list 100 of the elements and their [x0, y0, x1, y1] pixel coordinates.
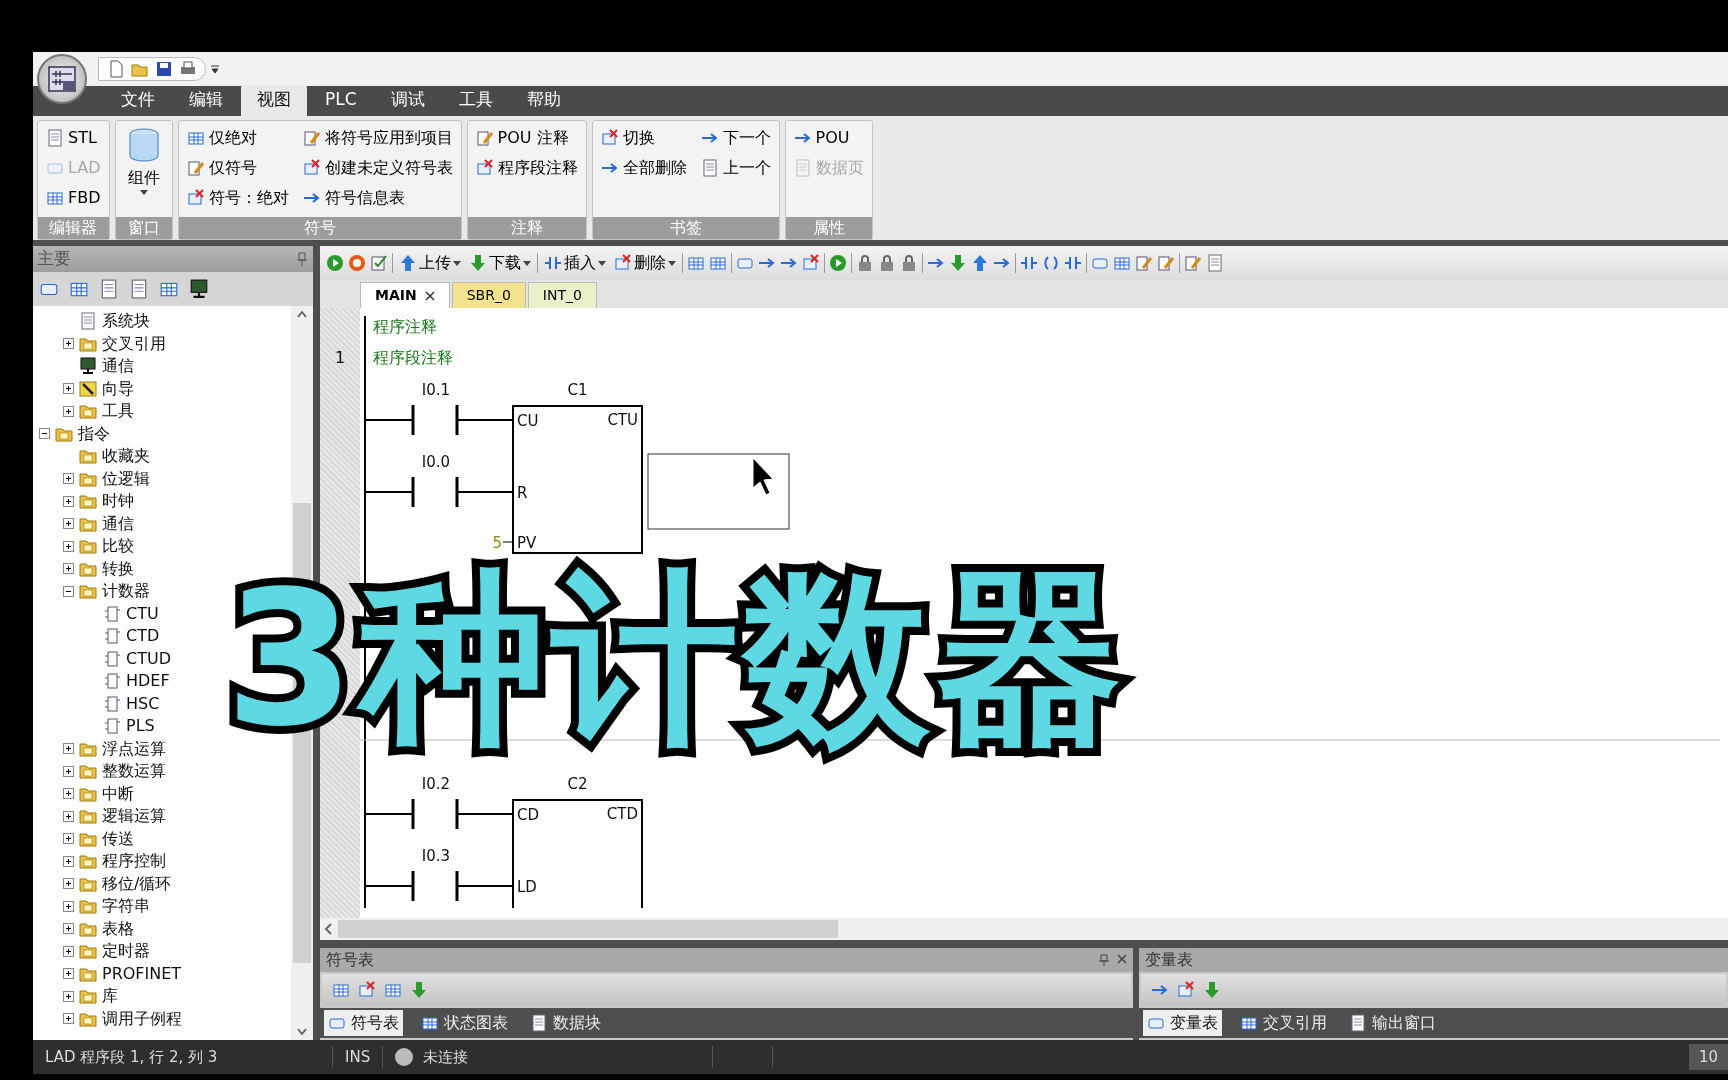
- ribbon-button[interactable]: 创建未定义符号表: [300, 154, 455, 182]
- expand-icon[interactable]: [63, 923, 74, 935]
- panel-tab[interactable]: 交叉引用: [1236, 1010, 1331, 1036]
- expand-icon[interactable]: [63, 788, 74, 800]
- panel-tab[interactable]: 数据块: [526, 1010, 605, 1036]
- toolbar-button[interactable]: 下载: [467, 251, 533, 275]
- tree-item[interactable]: CTD: [33, 625, 160, 648]
- monitor-icon[interactable]: [189, 279, 209, 299]
- tree-item[interactable]: HSC: [33, 692, 160, 715]
- collapse-icon[interactable]: [63, 585, 74, 597]
- ribbon-button[interactable]: 下一个: [698, 124, 773, 152]
- down-arrow-icon[interactable]: [949, 254, 967, 272]
- tree-item[interactable]: 库: [33, 985, 118, 1008]
- ribbon-button[interactable]: 切换: [598, 124, 689, 152]
- pencil-icon[interactable]: [1184, 254, 1202, 272]
- menu-tab[interactable]: 调试: [374, 84, 441, 116]
- toolbar-button[interactable]: 删除: [612, 251, 678, 275]
- expand-icon[interactable]: [63, 968, 74, 980]
- ribbon-button[interactable]: 将符号应用到项目: [300, 124, 455, 152]
- menu-tab[interactable]: PLC: [309, 84, 373, 116]
- tree-item[interactable]: 浮点运算: [33, 737, 166, 760]
- tree-item[interactable]: 表格: [33, 917, 134, 940]
- ribbon-button[interactable]: POU: [791, 124, 866, 152]
- tree-item[interactable]: 计数器: [33, 580, 150, 603]
- lock-icon[interactable]: [900, 254, 918, 272]
- scroll-down-icon[interactable]: [297, 1028, 307, 1036]
- contact-drawing[interactable]: [365, 475, 514, 509]
- expand-icon[interactable]: [63, 855, 74, 867]
- ribbon-button[interactable]: 仅符号: [184, 154, 291, 182]
- ribbon-button[interactable]: STL: [44, 124, 103, 152]
- panel-tab[interactable]: 输出窗口: [1345, 1010, 1440, 1036]
- scrollbar-thumb[interactable]: [338, 920, 838, 938]
- expand-icon[interactable]: [63, 1013, 74, 1025]
- table-icon[interactable]: [384, 981, 402, 999]
- down-arrow-icon[interactable]: [410, 981, 428, 999]
- edit-box[interactable]: [647, 453, 790, 530]
- lock-icon[interactable]: [856, 254, 874, 272]
- pencil-icon[interactable]: [1135, 254, 1153, 272]
- expand-icon[interactable]: [63, 383, 74, 395]
- down-arrow-icon[interactable]: [1203, 981, 1221, 999]
- close-icon[interactable]: [424, 290, 435, 301]
- scroll-up-icon[interactable]: [297, 310, 307, 318]
- tree-item[interactable]: CTU: [33, 602, 159, 625]
- ribbon-button[interactable]: 组件: [121, 124, 166, 196]
- toolbar-button[interactable]: 上传: [397, 251, 463, 275]
- expand-icon[interactable]: [63, 900, 74, 912]
- ribbon-button[interactable]: FBD: [44, 184, 103, 212]
- collapse-icon[interactable]: [39, 428, 50, 440]
- document-icon[interactable]: [129, 279, 149, 299]
- play-circle-icon[interactable]: [326, 254, 344, 272]
- tree-item[interactable]: 转换: [33, 557, 134, 580]
- table-icon[interactable]: [709, 254, 727, 272]
- tree-item[interactable]: PROFINET: [33, 962, 182, 985]
- coil-icon[interactable]: [1042, 254, 1060, 272]
- table-icon[interactable]: [687, 254, 705, 272]
- expand-icon[interactable]: [63, 518, 74, 530]
- tree-item[interactable]: 中断: [33, 782, 134, 805]
- tree-item[interactable]: 调用子例程: [33, 1007, 182, 1030]
- delete-icon[interactable]: [1177, 981, 1195, 999]
- tree-item[interactable]: 传送: [33, 827, 134, 850]
- contact-drawing[interactable]: [365, 403, 514, 437]
- contact-icon[interactable]: [1064, 254, 1082, 272]
- menu-tab[interactable]: 文件: [105, 84, 171, 116]
- ribbon-button[interactable]: POU 注释: [473, 124, 580, 152]
- tree-item[interactable]: 定时器: [33, 940, 150, 963]
- expand-icon[interactable]: [63, 563, 74, 575]
- expand-icon[interactable]: [63, 945, 74, 957]
- toolbar-button[interactable]: 插入: [542, 251, 608, 275]
- menu-tab[interactable]: 工具: [442, 84, 509, 116]
- document-icon[interactable]: [107, 60, 125, 78]
- pin-icon[interactable]: [297, 252, 307, 266]
- tree-item[interactable]: 移位/循环: [33, 872, 172, 895]
- tree-item[interactable]: 比较: [33, 535, 134, 558]
- tree-item[interactable]: 交叉引用: [33, 332, 166, 355]
- panel-tab[interactable]: 变量表: [1143, 1010, 1222, 1036]
- counter-box[interactable]: [512, 405, 643, 554]
- expand-icon[interactable]: [63, 473, 74, 485]
- up-arrow-icon[interactable]: [971, 254, 989, 272]
- expand-icon[interactable]: [63, 540, 74, 552]
- panel-tab[interactable]: 符号表: [324, 1010, 403, 1036]
- menu-tab[interactable]: 帮助: [510, 84, 577, 116]
- tree-item[interactable]: 逻辑运算: [33, 805, 166, 828]
- table-icon[interactable]: [1113, 254, 1131, 272]
- ribbon-button[interactable]: 仅绝对: [184, 124, 291, 152]
- tree-item[interactable]: CTUD: [33, 647, 171, 670]
- ribbon-button[interactable]: 符号：绝对: [184, 184, 291, 212]
- ribbon-button[interactable]: 程序段注释: [473, 154, 580, 182]
- expand-icon[interactable]: [63, 990, 74, 1002]
- tree-item[interactable]: 通信: [33, 355, 134, 378]
- tree-item[interactable]: 收藏夹: [33, 445, 150, 468]
- tree-item[interactable]: 时钟: [33, 490, 134, 513]
- table-icon[interactable]: [332, 981, 350, 999]
- horizontal-scrollbar[interactable]: [320, 918, 1728, 940]
- panel-tab[interactable]: 状态图表: [417, 1010, 512, 1036]
- menu-tab[interactable]: 视图: [241, 84, 307, 116]
- tree-item[interactable]: 系统块: [33, 310, 150, 333]
- checklist-icon[interactable]: [370, 254, 388, 272]
- tree-item[interactable]: 整数运算: [33, 760, 166, 783]
- delete-icon[interactable]: [802, 254, 820, 272]
- tree-item[interactable]: 向导: [33, 377, 134, 400]
